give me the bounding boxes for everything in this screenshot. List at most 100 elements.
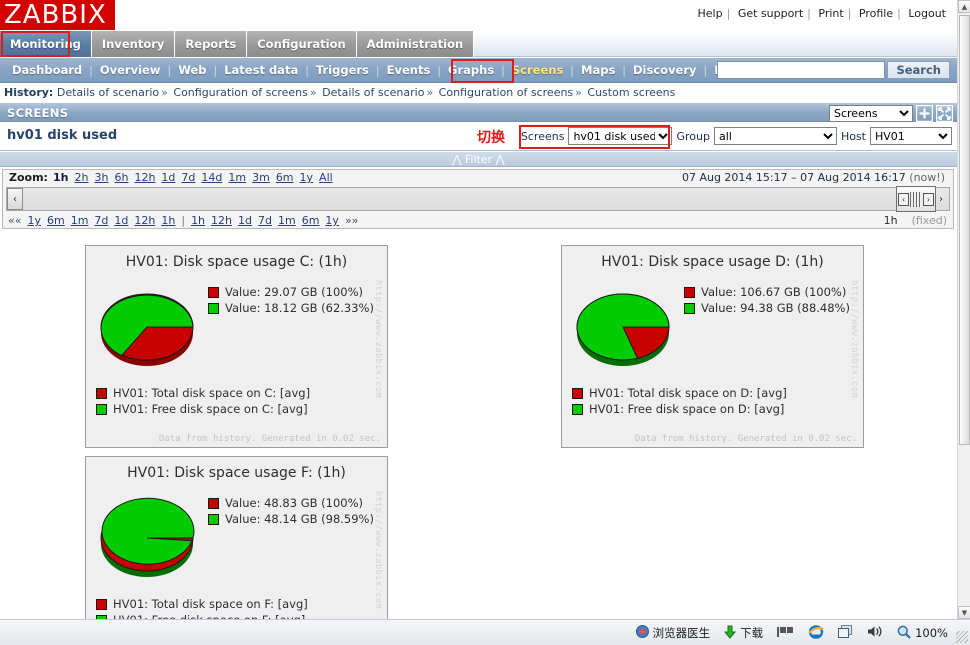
status-download-label: 下载 bbox=[740, 625, 763, 641]
shift-fwd-12h[interactable]: 12h bbox=[211, 213, 232, 229]
zoom-link-6h[interactable]: 6h bbox=[114, 170, 128, 186]
shift-back-6m[interactable]: 6m bbox=[47, 213, 65, 229]
subnav-overview[interactable]: Overview bbox=[93, 63, 168, 77]
zoom-link-3m[interactable]: 3m bbox=[252, 170, 270, 186]
slider-scroll-left-icon[interactable]: ‹ bbox=[7, 188, 23, 210]
legend-swatch-free bbox=[96, 404, 107, 415]
slider-grip-icon[interactable] bbox=[910, 192, 922, 207]
zoom-link-1d[interactable]: 1d bbox=[161, 170, 175, 186]
subnav-graphs[interactable]: Graphs bbox=[441, 63, 501, 77]
host-select[interactable]: HV01 bbox=[870, 127, 952, 145]
shift-back-1y[interactable]: 1y bbox=[27, 213, 41, 229]
subnav-discovery[interactable]: Discovery bbox=[626, 63, 704, 77]
zoom-link-3h[interactable]: 3h bbox=[94, 170, 108, 186]
graph-values: Value: 29.07 GB (100%) Value: 18.12 GB (… bbox=[208, 284, 374, 316]
shift-fwd-6m[interactable]: 6m bbox=[302, 213, 320, 229]
zoom-link-6m[interactable]: 6m bbox=[276, 170, 294, 186]
slider-handle[interactable]: ‹ › bbox=[896, 186, 936, 212]
status-browser-doctor[interactable]: 浏览器医生 bbox=[636, 625, 711, 641]
shift-back-1h[interactable]: 1h bbox=[161, 213, 175, 229]
value-swatch-total bbox=[684, 287, 695, 298]
history-item-2[interactable]: Details of scenario bbox=[322, 86, 424, 99]
shift-back-1m[interactable]: 1m bbox=[71, 213, 89, 229]
resize-grip-icon[interactable] bbox=[956, 631, 968, 643]
profile-link[interactable]: Profile bbox=[856, 7, 896, 20]
subnav-maps[interactable]: Maps bbox=[574, 63, 622, 77]
logout-link[interactable]: Logout bbox=[905, 7, 949, 20]
shift-back-chevron-icon[interactable]: «« bbox=[8, 213, 21, 229]
zoom-link-1h[interactable]: 1h bbox=[53, 170, 69, 186]
status-zoom[interactable]: 100% bbox=[897, 625, 948, 642]
search-input[interactable] bbox=[717, 61, 885, 79]
zoom-link-14d[interactable]: 14d bbox=[201, 170, 222, 186]
nav-configuration[interactable]: Configuration bbox=[247, 31, 356, 57]
shift-fwd-1m[interactable]: 1m bbox=[278, 213, 296, 229]
shift-fwd-1h[interactable]: 1h bbox=[191, 213, 205, 229]
zoom-link-1y[interactable]: 1y bbox=[300, 170, 314, 186]
vertical-scrollbar[interactable]: ▲ ▼ bbox=[957, 0, 970, 619]
zoom-link-12h[interactable]: 12h bbox=[134, 170, 155, 186]
group-select[interactable]: all bbox=[714, 127, 837, 145]
help-link[interactable]: Help bbox=[695, 7, 726, 20]
history-item-4[interactable]: Custom screens bbox=[587, 86, 675, 99]
search-button[interactable]: Search bbox=[887, 61, 950, 79]
legend-free: HV01: Free disk space on C: [avg] bbox=[113, 401, 308, 417]
screen-filter-controls: Screens hv01 disk used Group all Host HV… bbox=[521, 127, 952, 145]
time-slider[interactable]: ‹ ‹ › › bbox=[6, 187, 950, 211]
print-link[interactable]: Print bbox=[815, 7, 846, 20]
subnav-events[interactable]: Events bbox=[380, 63, 438, 77]
date-from[interactable]: 07 Aug 2014 15:17 bbox=[682, 171, 788, 184]
zoom-link-2h[interactable]: 2h bbox=[75, 170, 89, 186]
status-windows[interactable] bbox=[838, 625, 853, 642]
status-speaker[interactable] bbox=[867, 625, 883, 641]
screens-type-select[interactable]: Screens bbox=[829, 105, 913, 122]
status-flag[interactable] bbox=[777, 626, 794, 641]
screens-select[interactable]: hv01 disk used bbox=[568, 127, 672, 145]
shift-fwd-1y[interactable]: 1y bbox=[325, 213, 339, 229]
shift-back-1d[interactable]: 1d bbox=[114, 213, 128, 229]
top-links: Help| Get support| Print| Profile| Logou… bbox=[695, 7, 949, 20]
page-title-bar: SCREENS Screens bbox=[0, 102, 957, 122]
shift-back-7d[interactable]: 7d bbox=[94, 213, 108, 229]
zoom-row: Zoom: 1h 2h 3h 6h 12h 1d 7d 14d 1m 3m 6m… bbox=[3, 170, 953, 186]
nav-monitoring[interactable]: Monitoring bbox=[0, 31, 92, 57]
plus-icon[interactable] bbox=[915, 104, 933, 122]
page-title: SCREENS bbox=[7, 106, 68, 120]
date-to[interactable]: 07 Aug 2014 16:17 bbox=[800, 171, 906, 184]
status-zoom-label: 100% bbox=[915, 626, 948, 640]
zoom-link-all[interactable]: All bbox=[319, 170, 333, 186]
filter-toggle[interactable]: ⋀ Filter ⋀ bbox=[0, 152, 957, 167]
history-item-0[interactable]: Details of scenario bbox=[57, 86, 159, 99]
status-internet-explorer[interactable] bbox=[808, 624, 824, 642]
fullscreen-icon[interactable] bbox=[935, 104, 953, 122]
scrollbar-thumb[interactable] bbox=[959, 15, 970, 445]
nav-administration[interactable]: Administration bbox=[357, 31, 475, 57]
fixed-toggle[interactable]: (fixed) bbox=[912, 213, 947, 229]
nav-inventory[interactable]: Inventory bbox=[92, 31, 176, 57]
nav-reports[interactable]: Reports bbox=[175, 31, 247, 57]
shift-divider: | bbox=[181, 213, 185, 229]
history-label: History: bbox=[4, 86, 53, 99]
shift-fwd-7d[interactable]: 7d bbox=[258, 213, 272, 229]
subnav-latest-data[interactable]: Latest data bbox=[217, 63, 305, 77]
scroll-down-icon[interactable]: ▼ bbox=[958, 606, 970, 619]
scroll-up-icon[interactable]: ▲ bbox=[958, 0, 970, 13]
slider-scroll-right-icon[interactable]: › bbox=[933, 188, 949, 210]
subnav-screens[interactable]: Screens bbox=[505, 63, 570, 77]
subnav-web[interactable]: Web bbox=[171, 63, 213, 77]
shift-forward-chevron-icon[interactable]: »» bbox=[345, 213, 358, 229]
get-support-link[interactable]: Get support bbox=[735, 7, 806, 20]
zoom-link-1m[interactable]: 1m bbox=[228, 170, 246, 186]
graph-footer: Data from history. Generated in 0.02 sec… bbox=[159, 434, 381, 444]
slider-handle-left-icon[interactable]: ‹ bbox=[898, 193, 909, 206]
subnav-dashboard[interactable]: Dashboard bbox=[5, 63, 89, 77]
subnav-triggers[interactable]: Triggers bbox=[309, 63, 376, 77]
status-download[interactable]: 下载 bbox=[724, 625, 763, 642]
value-free: Value: 48.14 GB (98.59%) bbox=[225, 511, 374, 527]
shift-back-12h[interactable]: 12h bbox=[134, 213, 155, 229]
history-item-1[interactable]: Configuration of screens bbox=[173, 86, 308, 99]
history-item-3[interactable]: Configuration of screens bbox=[439, 86, 574, 99]
graph-widget-disk-d: HV01: Disk space usage D: (1h) Value: 10… bbox=[561, 245, 864, 448]
shift-fwd-1d[interactable]: 1d bbox=[238, 213, 252, 229]
zoom-link-7d[interactable]: 7d bbox=[181, 170, 195, 186]
